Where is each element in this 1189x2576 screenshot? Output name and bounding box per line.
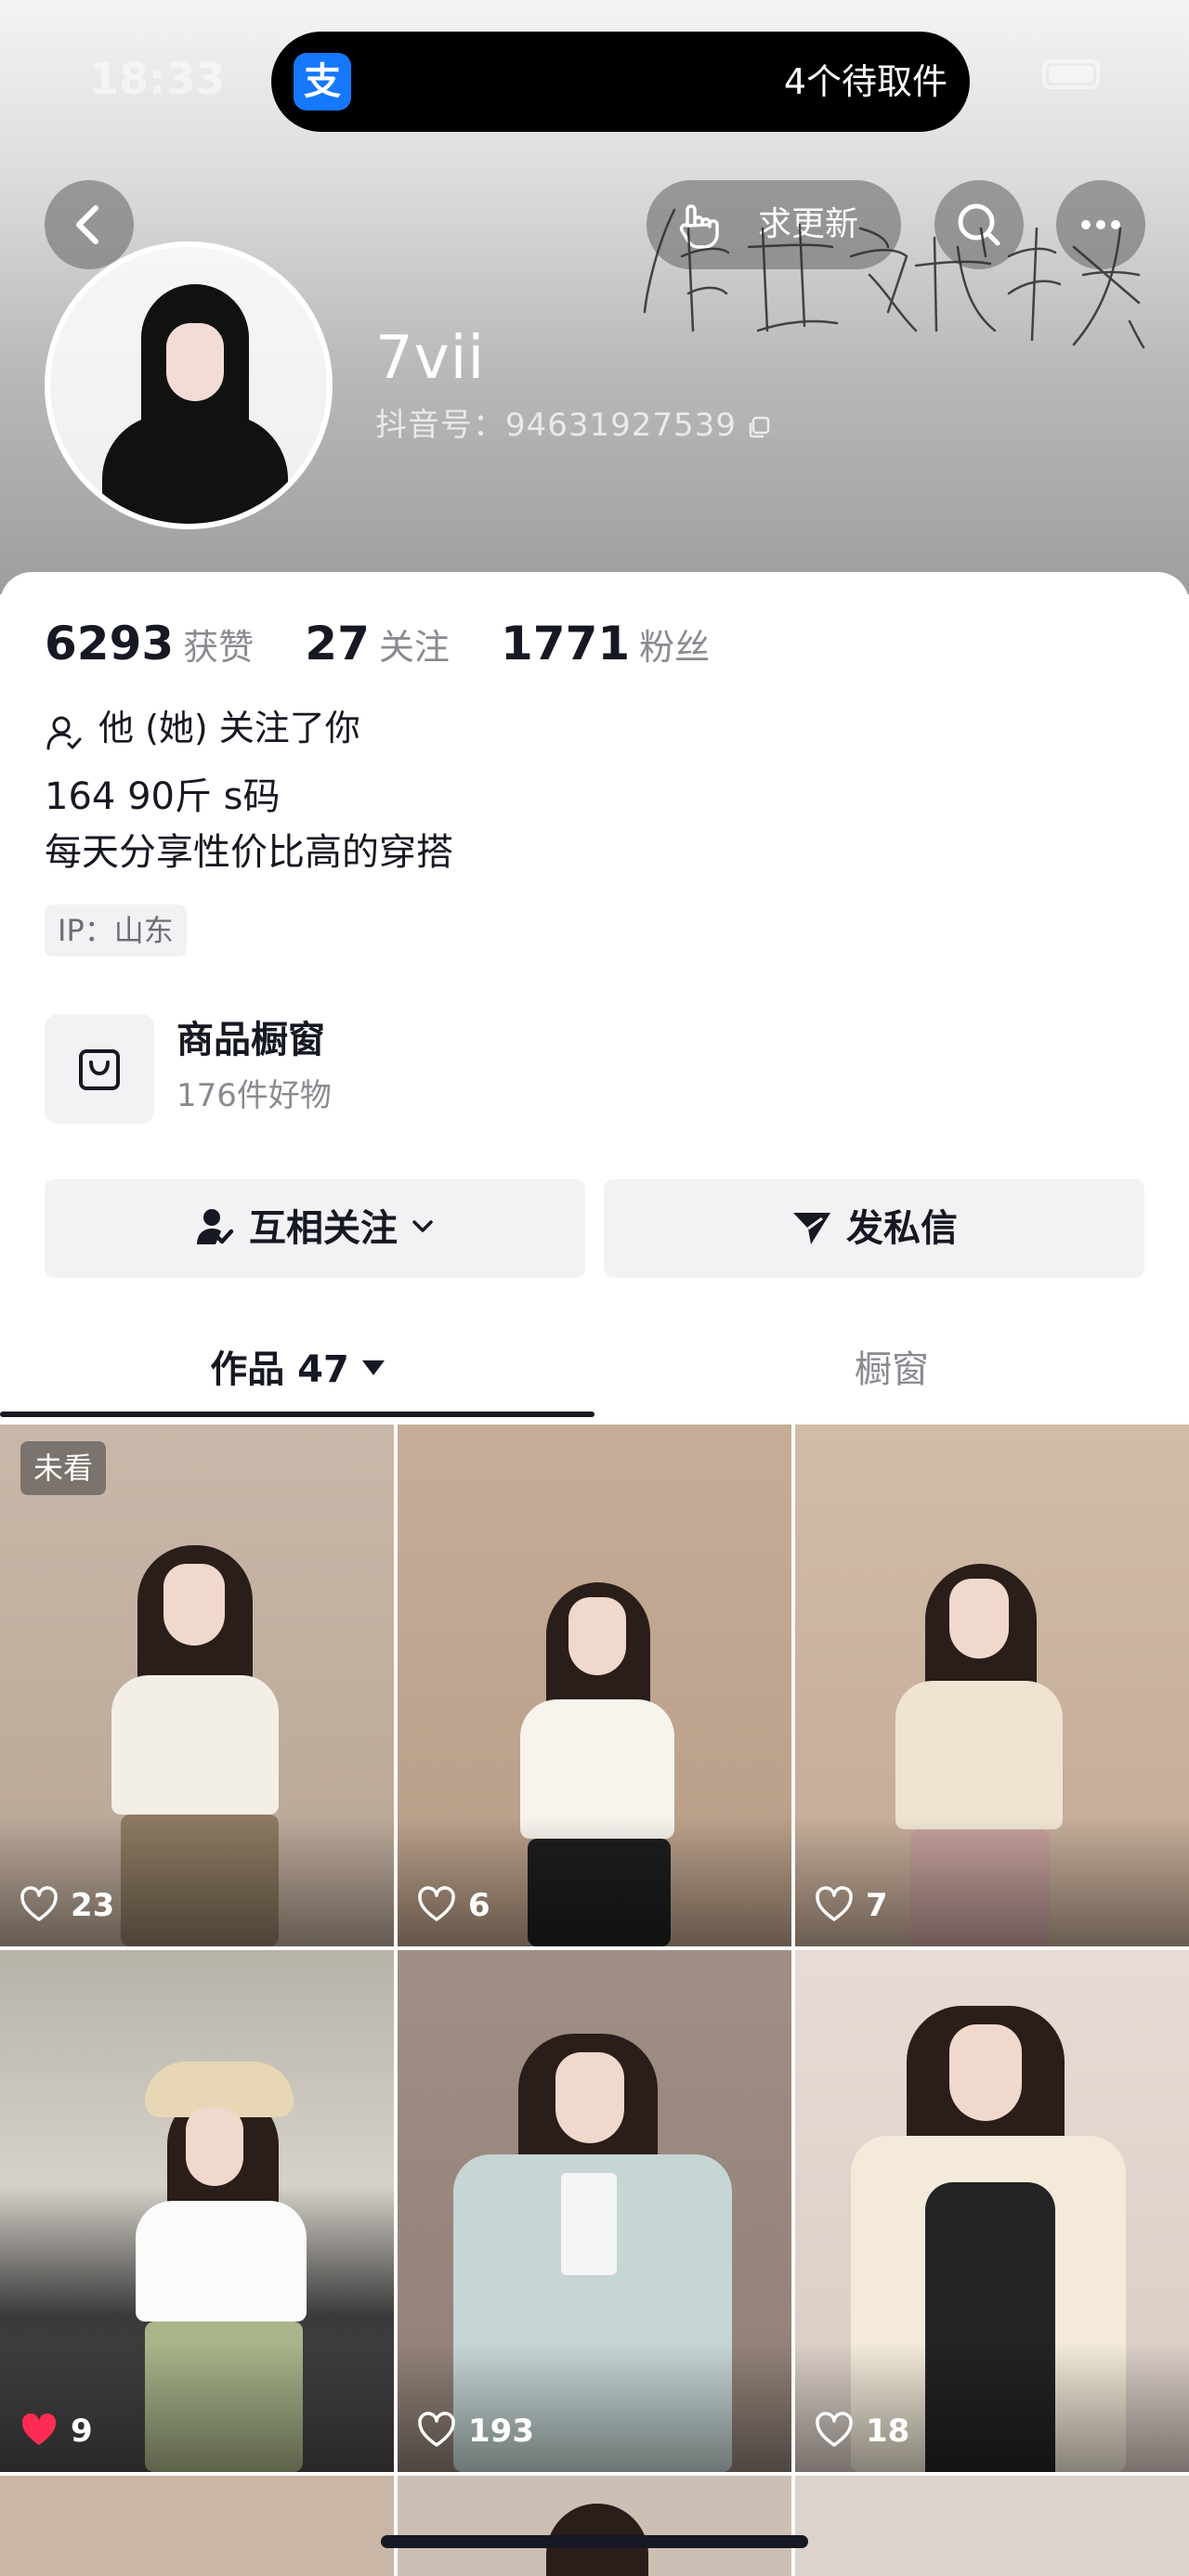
stat-value: 27 [305,617,370,670]
likes-count: 23 [71,1887,115,1924]
thumbnail-background [0,2476,394,2576]
figure-face-shape [555,2052,624,2143]
dynamic-island[interactable]: 支 4个待取件 [271,32,970,132]
username: 7vii [375,324,486,393]
video-thumbnail[interactable] [398,2476,791,2576]
video-thumbnail[interactable]: 未看 23 [0,1425,394,1946]
shop-subtitle: 176件好物 [176,1077,332,1114]
send-message-label: 发私信 [846,1207,958,1250]
status-time: 18:33 [89,54,226,104]
home-indicator[interactable] [381,2535,808,2548]
copy-icon[interactable] [746,414,772,440]
heart-outline-icon [418,1885,455,1921]
figure-face-shape [163,1564,225,1646]
send-message-button[interactable]: 发私信 [604,1179,1144,1278]
figure-top-shape [111,1675,279,1815]
video-likes: 18 [814,2407,909,2455]
likes-count: 18 [866,2413,910,2450]
caret-down-icon [361,1360,385,1375]
tab-window[interactable]: 橱窗 [594,1328,1189,1412]
avatar-body-shape [102,414,288,524]
stat-followers[interactable]: 1771 粉丝 [501,617,710,670]
figure-face-shape [949,1579,1009,1659]
video-thumbnail[interactable]: 6 [398,1425,791,1946]
stat-label: 获赞 [183,626,255,668]
stats-row: 6293 获赞 27 关注 1771 粉丝 [45,617,756,691]
battery-icon [1042,59,1100,89]
figure-inner-shirt-shape [561,2173,617,2275]
shopping-bag-icon [79,1049,120,1090]
shop-window-entry[interactable] [45,1014,154,1124]
chevron-down-icon [412,1220,433,1232]
video-likes: 23 [19,1881,114,1930]
stat-label: 关注 [378,626,450,668]
stat-following[interactable]: 27 关注 [305,617,450,670]
figure-face-shape [186,2108,243,2186]
video-thumbnail[interactable]: 193 [398,1950,791,2472]
back-button[interactable] [45,180,134,269]
status-indicators [998,56,1100,93]
video-likes: 6 [416,1881,490,1930]
ip-location-tag: IP：山东 [45,904,187,956]
user-icon [46,716,82,750]
unseen-badge: 未看 [20,1441,107,1495]
tab-window-label: 橱窗 [855,1348,929,1391]
stat-value: 1771 [500,617,631,670]
chevron-left-icon [76,205,98,244]
island-text: 4个待取件 [783,61,947,102]
likes-count: 7 [866,1887,888,1924]
shop-title[interactable]: 商品橱窗 [176,1014,325,1066]
douyin-id: 抖音号：94631927539 [375,407,737,444]
heart-filled-icon [21,2413,57,2445]
bio-line-1: 164 90斤 s码 [45,775,281,818]
paper-plane-icon [793,1213,830,1244]
bio-line-2: 每天分享性价比高的穿搭 [45,831,453,874]
user-check-icon [197,1209,234,1244]
tab-works[interactable]: 作品 47 [0,1328,594,1412]
heart-outline-icon [816,2411,853,2447]
likes-count: 9 [71,2413,93,2450]
signature-overlay-image [643,208,1145,349]
video-likes: 9 [19,2407,93,2455]
alipay-icon: 支 [294,53,351,111]
video-thumbnail[interactable] [795,2476,1189,2576]
stat-value: 6293 [45,617,175,670]
video-thumbnail[interactable] [0,2476,394,2576]
figure-face-shape [568,1597,626,1675]
figure-top-shape [136,2201,307,2322]
likes-count: 6 [468,1887,490,1924]
stat-likes[interactable]: 6293 获赞 [45,617,254,670]
heart-outline-icon [418,2411,455,2447]
video-likes: 193 [416,2407,534,2455]
follows-you-text: 他 (她) 关注了你 [98,708,360,748]
thumbnail-background [795,2476,1189,2576]
video-thumbnail[interactable]: 7 [795,1425,1189,1946]
heart-outline-icon [20,1885,58,1921]
tab-works-label: 作品 47 [210,1348,349,1391]
follows-you-indicator: 他 (她) 关注了你 [45,702,360,754]
profile-avatar[interactable] [45,241,333,529]
stat-label: 粉丝 [639,626,711,668]
video-likes: 7 [814,1881,888,1930]
figure-face-shape [949,2024,1022,2121]
figure-top-shape [895,1681,1063,1829]
video-thumbnail[interactable]: 9 [0,1950,394,2472]
likes-count: 193 [468,2413,534,2450]
mutual-follow-button[interactable]: 互相关注 [45,1179,585,1278]
video-thumbnail[interactable]: 18 [795,1950,1189,2472]
mutual-follow-label: 互相关注 [249,1207,398,1250]
tab-active-indicator [0,1412,594,1417]
avatar-face-shape [166,323,224,401]
profile-header: 18:33 支 4个待取件 求更新 7vii 抖音号：94631927539 [0,0,1189,594]
heart-outline-icon [816,1885,853,1921]
